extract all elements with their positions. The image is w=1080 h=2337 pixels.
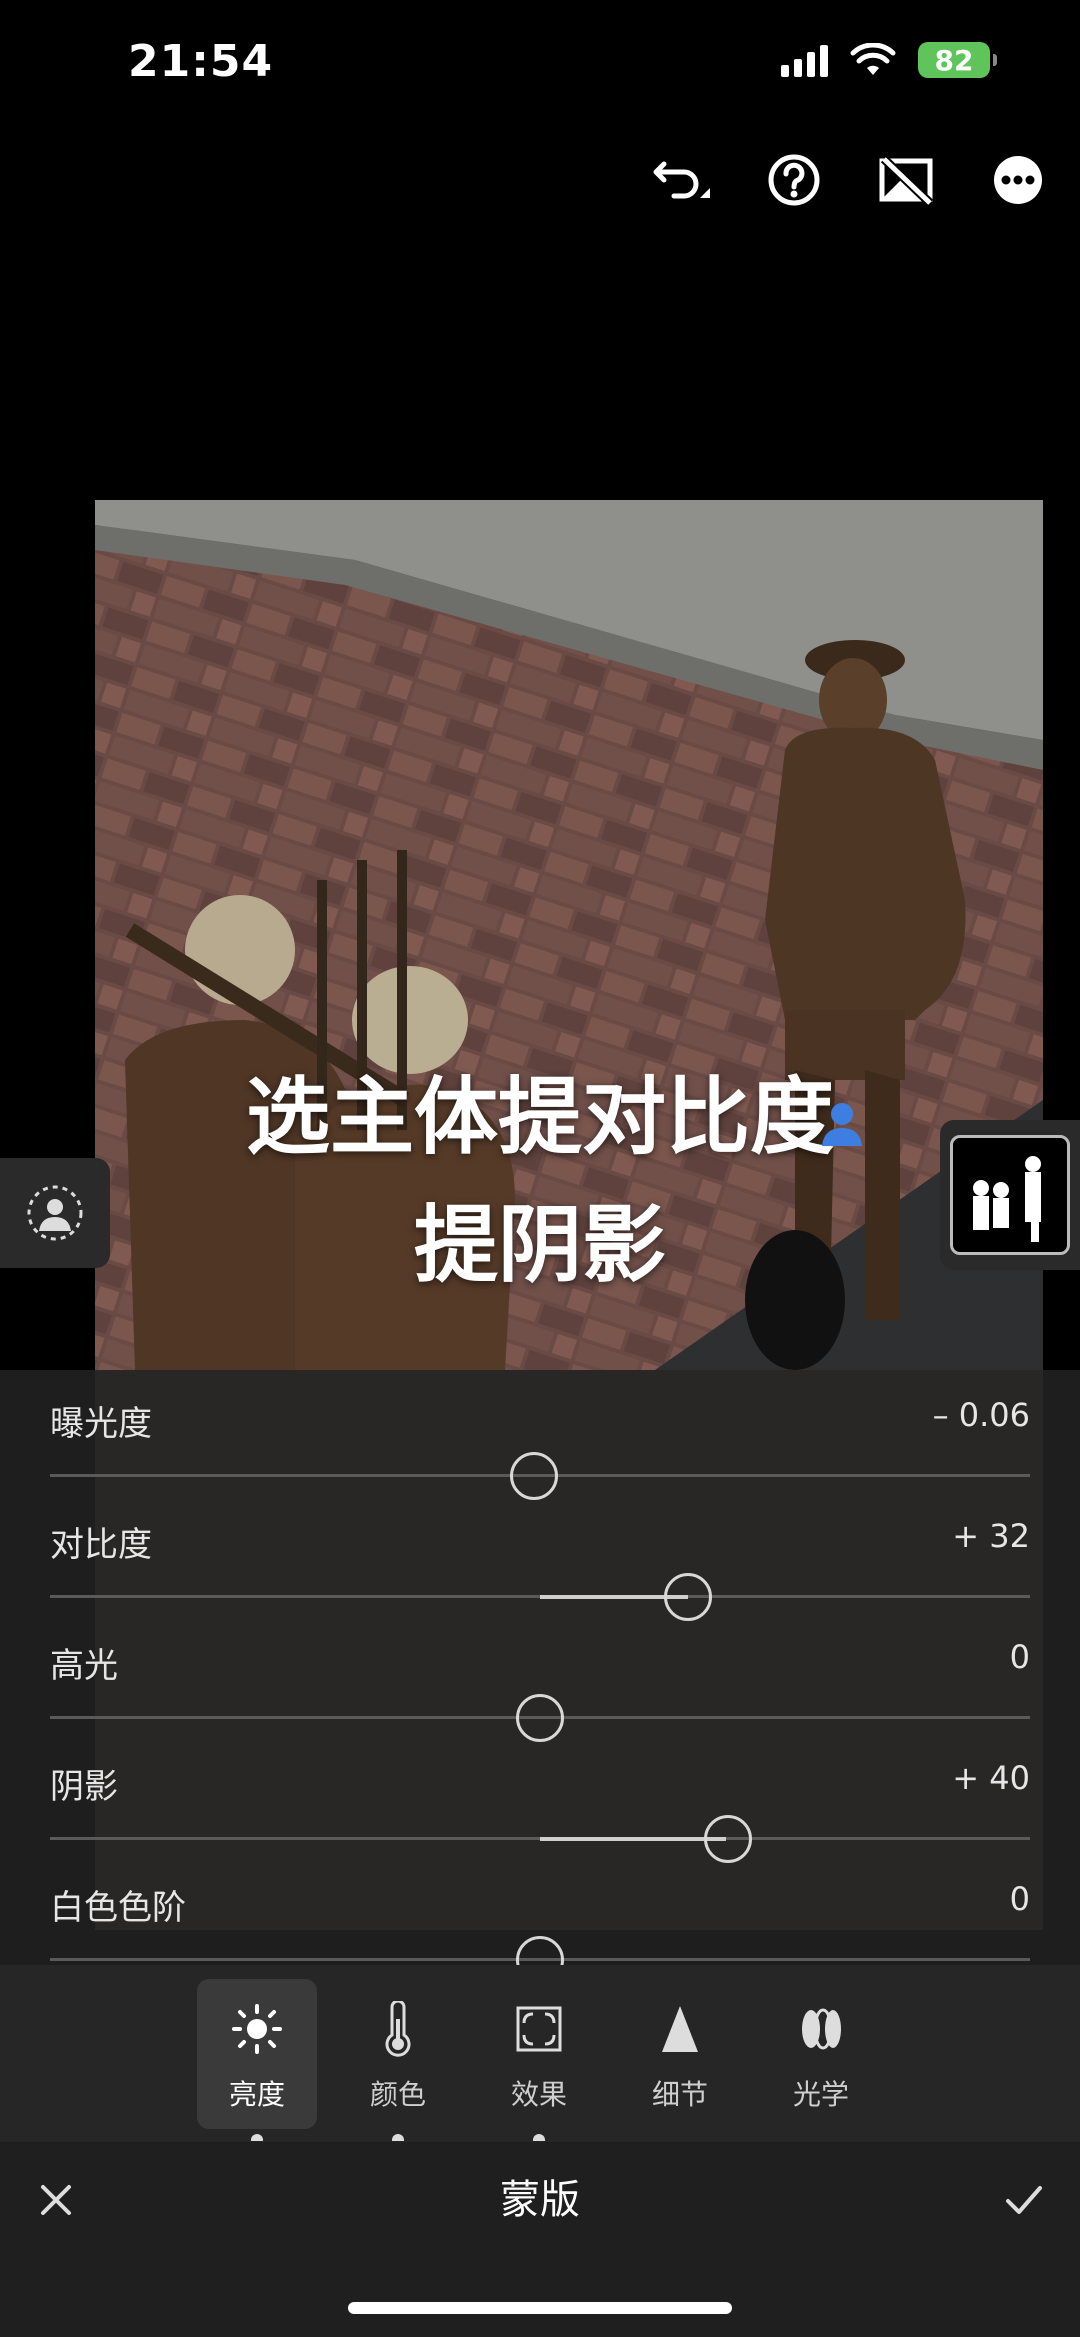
adjustment-panel: 曝光度 – 0.06 对比度 + 32 高光 0 阴影 + 40 白色色阶 0 [0, 1370, 1080, 1965]
slider-fill [540, 1837, 726, 1841]
compare-off-icon [879, 155, 934, 205]
confirm-button[interactable] [994, 2170, 1054, 2230]
mask-view-button[interactable] [0, 1158, 110, 1268]
sun-icon [232, 2004, 282, 2054]
tab-color[interactable]: 颜色 [338, 1979, 458, 2129]
compare-toggle-button[interactable] [874, 148, 938, 212]
vignette-icon [516, 2006, 562, 2052]
tab-label: 细节 [651, 2078, 708, 2111]
person-icon [822, 1103, 862, 1146]
category-tabs: 亮度 颜色 效果 细节 光学 [0, 1965, 1080, 2142]
help-button[interactable] [762, 148, 826, 212]
battery-level: 82 [934, 43, 974, 77]
tab-label: 颜色 [369, 2078, 426, 2111]
slider-value: 0 [1009, 1638, 1030, 1676]
more-options-button[interactable] [986, 148, 1050, 212]
battery-icon: 82 [918, 42, 997, 78]
slider-row-exposure: 曝光度 – 0.06 [50, 1370, 1030, 1500]
status-time: 21:54 [128, 36, 274, 87]
tab-label: 光学 [792, 2078, 849, 2111]
tab-effects[interactable]: 效果 [479, 1979, 599, 2129]
slider-value: – 0.06 [932, 1396, 1030, 1434]
checkmark-icon [1006, 2186, 1042, 2214]
top-toolbar [650, 148, 1050, 212]
lens-icon [802, 2008, 841, 2050]
slider-row-contrast: 对比度 + 32 [50, 1491, 1030, 1621]
mask-person-icon [27, 1185, 83, 1241]
wifi-icon [850, 43, 896, 75]
mask-title: 蒙版 [500, 2177, 580, 2223]
tab-light[interactable]: 亮度 [197, 1979, 317, 2129]
undo-button[interactable] [650, 148, 714, 212]
slider-label: 曝光度 [50, 1404, 152, 1444]
tab-optics[interactable]: 光学 [761, 1979, 881, 2129]
mask-thumbnail [950, 1135, 1070, 1255]
slider-value: + 40 [952, 1759, 1030, 1797]
caption-line-2: 提阴影 [413, 1196, 666, 1294]
slider-label: 白色色阶 [50, 1888, 186, 1928]
slider-label: 阴影 [50, 1767, 118, 1807]
slider-label: 高光 [50, 1646, 118, 1686]
tab-label: 效果 [510, 2078, 567, 2111]
slider-label: 对比度 [50, 1525, 152, 1565]
slider-row-whites: 白色色阶 0 [50, 1854, 1030, 1965]
slider-value: 0 [1009, 1880, 1030, 1918]
thermometer-icon [385, 2001, 411, 2057]
status-icons: 82 [781, 42, 997, 78]
slider-row-highlights: 高光 0 [50, 1612, 1030, 1742]
home-indicator [348, 2302, 732, 2314]
tab-indicator-dot [392, 2134, 404, 2141]
tab-indicator-dot [251, 2134, 263, 2141]
tab-detail[interactable]: 细节 [620, 1979, 740, 2129]
caption-line-1: 选主体提对比度 [245, 1068, 834, 1166]
tab-label: 亮度 [228, 2078, 285, 2111]
help-icon [768, 154, 820, 206]
slider-row-shadows: 阴影 + 40 [50, 1733, 1030, 1863]
tab-indicator-dot [533, 2134, 545, 2141]
triangle-icon [662, 2006, 698, 2052]
more-icon [994, 156, 1042, 204]
mask-thumbnail-button[interactable] [940, 1120, 1080, 1270]
cellular-signal-icon [781, 43, 828, 77]
slider-value: + 32 [952, 1517, 1030, 1555]
undo-icon [653, 161, 710, 199]
slider-knob[interactable] [516, 1936, 564, 1965]
